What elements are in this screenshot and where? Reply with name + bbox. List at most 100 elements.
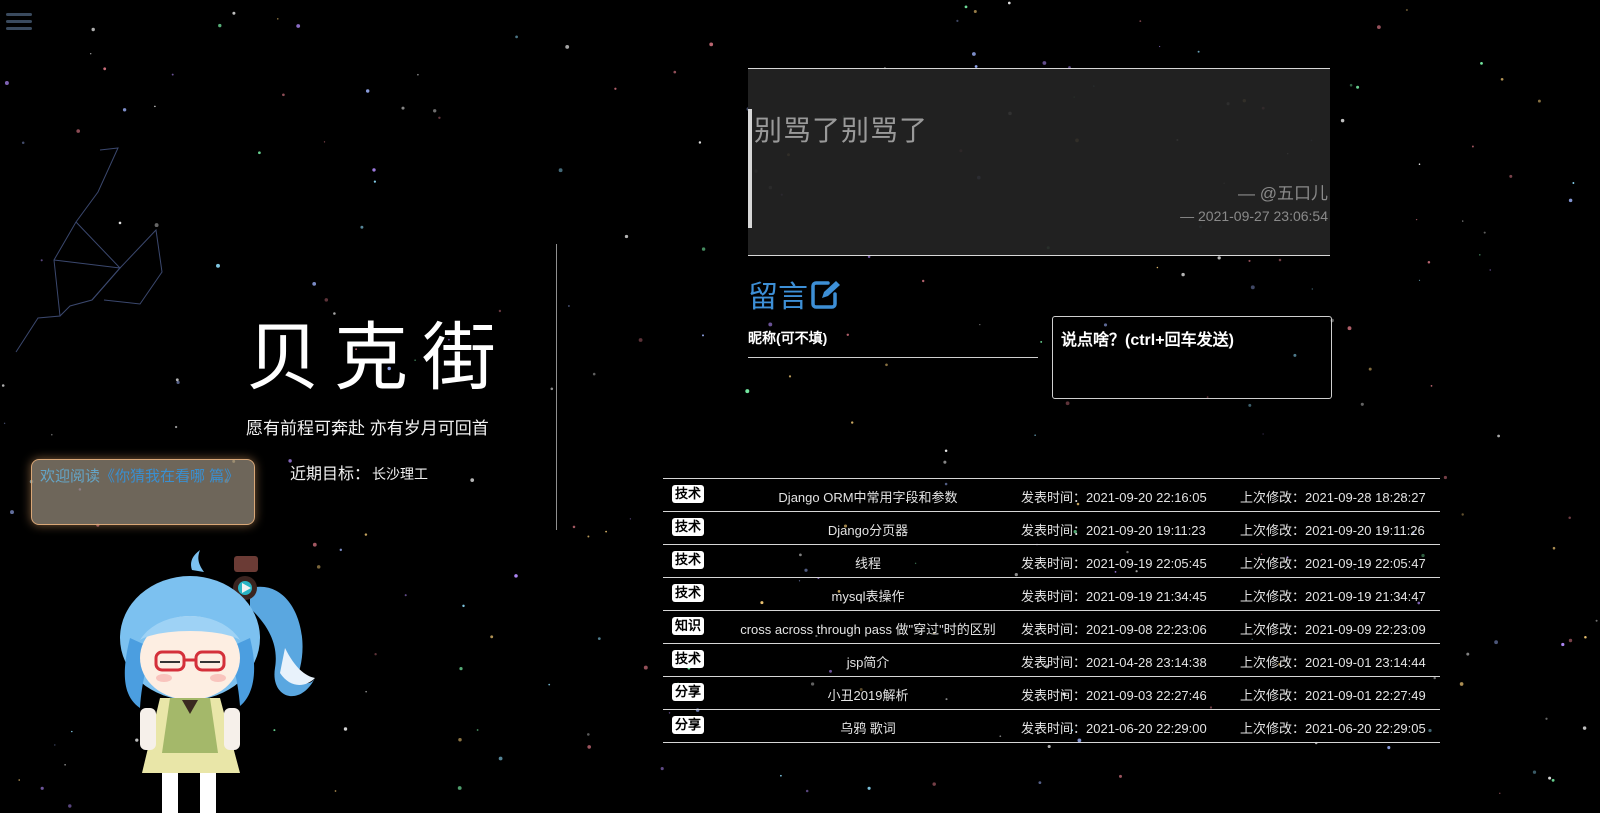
welcome-bubble[interactable]: 欢迎阅读《你猜我在看哪 篇》 (31, 459, 255, 525)
star-dot (10, 510, 14, 515)
star-dot (851, 421, 854, 424)
nickname-input[interactable] (748, 326, 1038, 358)
star-dot (1532, 770, 1537, 774)
article-tag[interactable]: 技术 (672, 485, 705, 503)
star-dot (660, 767, 664, 771)
published-label: 发表时间： (1021, 622, 1087, 637)
article-tag[interactable]: 知识 (672, 617, 705, 635)
star-dot (154, 105, 156, 108)
article-row[interactable]: 分享 小丑2019解析 发表时间：2021-09-03 22:27:46 上次修… (663, 676, 1440, 709)
star-dot (1, 384, 5, 387)
star-dot (567, 305, 570, 307)
star-dot (21, 141, 25, 145)
star-dot (364, 533, 368, 536)
modified-label: 上次修改： (1240, 655, 1306, 670)
article-title[interactable]: jsp简介 (718, 652, 1018, 671)
star-dot (614, 87, 617, 90)
star-dot (218, 23, 222, 28)
star-dot (89, 52, 92, 55)
article-row[interactable]: 技术 mysql表操作 发表时间：2021-09-19 21:34:45 上次修… (663, 577, 1440, 610)
star-dot (1568, 638, 1573, 643)
star-dot (175, 378, 179, 382)
article-title[interactable]: 线程 (718, 553, 1018, 572)
star-dot (972, 52, 976, 56)
article-title[interactable]: Django分页器 (718, 520, 1018, 539)
article-row[interactable]: 技术 线程 发表时间：2021-09-19 22:05:45 上次修改：2021… (663, 544, 1440, 577)
article-title[interactable]: Django ORM中常用字段和参数 (718, 487, 1018, 506)
star-dot (103, 67, 107, 71)
star-dot (1466, 652, 1470, 656)
modified-time: 2021-09-28 18:28:27 (1305, 490, 1426, 505)
star-dot (282, 93, 285, 97)
published-label: 发表时间： (1021, 490, 1087, 505)
article-published: 发表时间：2021-09-19 21:34:45 (1021, 586, 1207, 605)
star-dot (605, 530, 607, 533)
guestbook-title: 留言 (748, 272, 842, 316)
article-tag[interactable]: 分享 (672, 716, 705, 734)
star-dot (118, 221, 122, 225)
article-title[interactable]: mysql表操作 (718, 586, 1018, 605)
article-modified: 上次修改：2021-09-01 22:27:49 (1240, 685, 1426, 704)
article-row[interactable]: 技术 Django ORM中常用字段和参数 发表时间：2021-09-20 22… (663, 478, 1440, 511)
article-row[interactable]: 技术 Django分页器 发表时间：2021-09-20 19:11:23 上次… (663, 511, 1440, 544)
star-dot (258, 151, 261, 155)
welcome-article-link[interactable]: 《你猜我在看哪 篇》 (100, 468, 239, 485)
star-dot (1509, 174, 1513, 178)
star-dot (1480, 62, 1483, 65)
article-modified: 上次修改：2021-09-20 19:11:26 (1240, 520, 1425, 539)
article-title[interactable]: cross across through pass 做"穿过"时的区别 (718, 619, 1018, 638)
star-dot (54, 744, 56, 746)
hamburger-menu-icon[interactable] (6, 10, 32, 34)
article-tag[interactable]: 分享 (672, 683, 705, 701)
published-time: 2021-04-28 23:14:38 (1086, 655, 1207, 670)
edit-icon[interactable] (810, 279, 842, 309)
published-time: 2021-09-19 21:34:45 (1086, 589, 1207, 604)
star-dot (40, 786, 44, 790)
article-tag[interactable]: 技术 (672, 518, 705, 536)
star-dot (1415, 218, 1418, 221)
star-dot (702, 334, 704, 337)
modified-label: 上次修改： (1240, 721, 1306, 736)
star-dot (1418, 279, 1421, 282)
message-textarea[interactable] (1052, 316, 1332, 399)
article-title[interactable]: 乌鸦 歌词 (718, 718, 1018, 737)
star-dot (1356, 85, 1360, 89)
article-modified: 上次修改：2021-09-01 23:14:44 (1240, 652, 1426, 671)
star-dot (944, 449, 948, 452)
star-dot (1181, 272, 1185, 277)
star-dot (701, 247, 706, 251)
article-tag[interactable]: 技术 (672, 584, 705, 602)
article-tag[interactable]: 技术 (672, 650, 705, 668)
star-dot (1248, 403, 1252, 407)
star-dot (312, 542, 317, 547)
star-dot (921, 279, 925, 283)
star-dot (417, 73, 419, 76)
star-dot (76, 129, 80, 133)
star-dot (365, 691, 367, 693)
quote-accent-bar (748, 109, 752, 228)
modified-time: 2021-09-19 21:34:47 (1305, 589, 1426, 604)
star-dot (932, 782, 936, 786)
star-dot (1034, 434, 1036, 436)
star-dot (638, 338, 643, 342)
star-dot (1278, 258, 1282, 262)
article-title[interactable]: 小丑2019解析 (718, 685, 1018, 704)
article-published: 发表时间：2021-09-20 22:16:05 (1021, 487, 1207, 506)
star-dot (1347, 326, 1352, 331)
star-dot (1551, 778, 1555, 782)
anime-mascot[interactable] (100, 548, 330, 813)
star-dot (1038, 781, 1042, 785)
star-dot (780, 774, 782, 777)
article-row[interactable]: 知识 cross across through pass 做"穿过"时的区别 发… (663, 610, 1440, 643)
article-tag[interactable]: 技术 (672, 551, 705, 569)
modified-time: 2021-09-20 19:11:26 (1305, 523, 1425, 538)
star-dot (1545, 717, 1548, 720)
star-dot (323, 141, 326, 143)
star-dot (1462, 220, 1464, 222)
article-row[interactable]: 技术 jsp简介 发表时间：2021-04-28 23:14:38 上次修改：2… (663, 643, 1440, 676)
star-dot (372, 168, 376, 172)
article-row[interactable]: 分享 乌鸦 歌词 发表时间：2021-06-20 22:29:00 上次修改：2… (663, 709, 1440, 743)
star-dot (1572, 182, 1575, 184)
quote-time: — 2021-09-27 23:06:54 (1180, 208, 1328, 224)
quote-text: 别骂了别骂了 (754, 115, 929, 146)
